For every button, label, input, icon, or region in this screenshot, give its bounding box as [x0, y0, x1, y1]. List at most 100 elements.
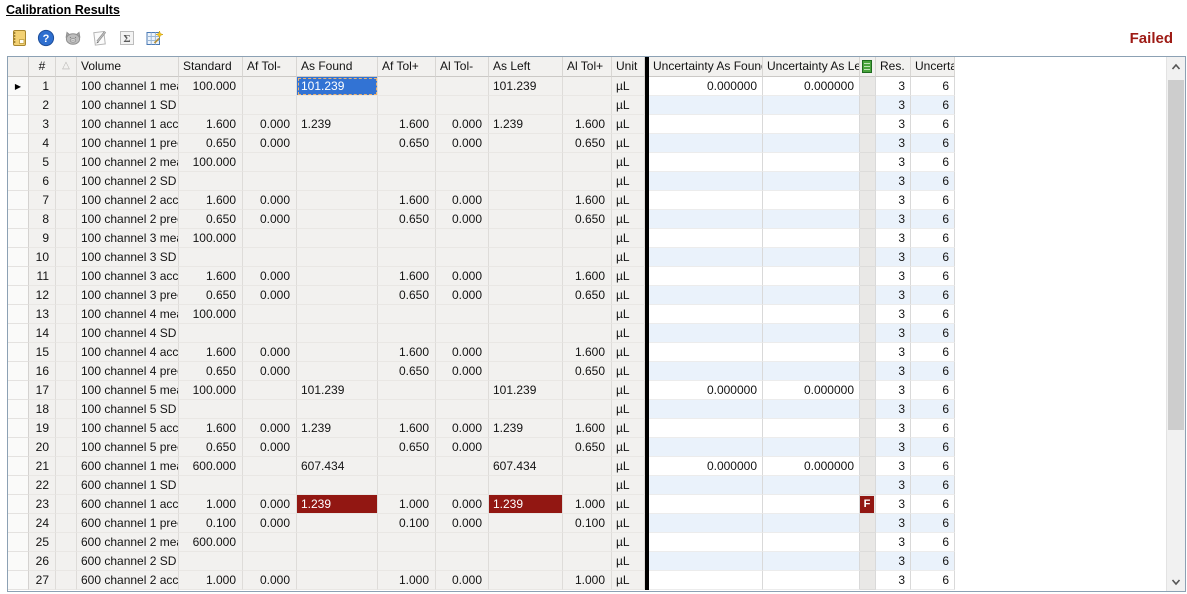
cell-volume[interactable]: 100 channel 2 SD [77, 172, 179, 191]
cell-unc-as-left[interactable] [763, 305, 860, 324]
cell-al-tol-plus[interactable] [563, 457, 612, 476]
cell-num[interactable]: 23 [29, 495, 56, 514]
cell-res[interactable]: 3 [876, 400, 911, 419]
cell-uncertai[interactable]: 6 [911, 533, 955, 552]
cell-as-found[interactable]: 1.239 [297, 115, 378, 134]
cell-volume[interactable]: 100 channel 4 acc [77, 343, 179, 362]
cell-as-left[interactable] [489, 248, 563, 267]
cell-volume[interactable]: 600 channel 2 mean [77, 533, 179, 552]
cell-as-left[interactable] [489, 343, 563, 362]
cell-af-tol-minus[interactable]: 0.000 [243, 210, 297, 229]
cell-standard[interactable]: 100.000 [179, 153, 243, 172]
cell-al-tol-minus[interactable] [436, 96, 489, 115]
cell-num[interactable]: 27 [29, 571, 56, 590]
cell-as-found[interactable] [297, 514, 378, 533]
cell-af-tol-minus[interactable] [243, 324, 297, 343]
cell-res[interactable]: 3 [876, 495, 911, 514]
cell-unit[interactable]: µL [612, 476, 645, 495]
cell-flag[interactable] [860, 552, 876, 571]
cell-af-tol-minus[interactable] [243, 248, 297, 267]
cell-unc-as-left[interactable] [763, 191, 860, 210]
cell-flag[interactable] [860, 571, 876, 590]
cell-sort[interactable] [56, 495, 77, 514]
cell-num[interactable]: 6 [29, 172, 56, 191]
cell-volume[interactable]: 100 channel 1 mean [77, 77, 179, 96]
cell-unit[interactable]: µL [612, 438, 645, 457]
cell-al-tol-plus[interactable] [563, 172, 612, 191]
cell-af-tol-plus[interactable] [378, 248, 436, 267]
cell-uncertai[interactable]: 6 [911, 286, 955, 305]
cell-af-tol-minus[interactable] [243, 96, 297, 115]
cell-uncertai[interactable]: 6 [911, 362, 955, 381]
cell-al-tol-minus[interactable] [436, 381, 489, 400]
cell-flag[interactable] [860, 400, 876, 419]
cell-af-tol-plus[interactable]: 1.600 [378, 191, 436, 210]
cell-flag[interactable] [860, 134, 876, 153]
header-al-tol-minus[interactable]: Al Tol- [436, 57, 489, 77]
cell-flag[interactable] [860, 305, 876, 324]
cell-unit[interactable]: µL [612, 191, 645, 210]
cell-al-tol-minus[interactable] [436, 324, 489, 343]
cell-af-tol-plus[interactable] [378, 229, 436, 248]
cell-af-tol-plus[interactable]: 1.000 [378, 495, 436, 514]
cell-unit[interactable]: µL [612, 552, 645, 571]
cell-flag[interactable] [860, 210, 876, 229]
cell-unit[interactable]: µL [612, 115, 645, 134]
cell-uncertai[interactable]: 6 [911, 495, 955, 514]
header-standard[interactable]: Standard [179, 57, 243, 77]
cell-unit[interactable]: µL [612, 324, 645, 343]
cell-as-left[interactable] [489, 134, 563, 153]
cell-unc-as-left[interactable] [763, 343, 860, 362]
cell-uncertai[interactable]: 6 [911, 324, 955, 343]
cell-unit[interactable]: µL [612, 286, 645, 305]
cell-unc-as-found[interactable] [649, 210, 763, 229]
cell-uncertai[interactable]: 6 [911, 457, 955, 476]
cell-flag[interactable] [860, 419, 876, 438]
cell-unc-as-found[interactable]: 0.000000 [649, 77, 763, 96]
cell-volume[interactable]: 100 channel 3 mean [77, 229, 179, 248]
cell-af-tol-plus[interactable]: 0.650 [378, 438, 436, 457]
cell-unit[interactable]: µL [612, 248, 645, 267]
cell-sort[interactable] [56, 172, 77, 191]
cell-volume[interactable]: 600 channel 1 SD [77, 476, 179, 495]
cell-standard[interactable]: 600.000 [179, 533, 243, 552]
cell-af-tol-minus[interactable] [243, 533, 297, 552]
cell-af-tol-plus[interactable]: 1.600 [378, 115, 436, 134]
cell-al-tol-plus[interactable]: 0.650 [563, 286, 612, 305]
cell-al-tol-minus[interactable]: 0.000 [436, 495, 489, 514]
cell-al-tol-plus[interactable]: 0.650 [563, 438, 612, 457]
cell-sort[interactable] [56, 191, 77, 210]
cell-sort[interactable] [56, 134, 77, 153]
cell-volume[interactable]: 100 channel 4 mean [77, 305, 179, 324]
scrollbar-thumb[interactable] [1168, 80, 1184, 430]
cell-uncertai[interactable]: 6 [911, 134, 955, 153]
cell-al-tol-plus[interactable]: 1.000 [563, 495, 612, 514]
cell-as-found[interactable] [297, 229, 378, 248]
cell-res[interactable]: 3 [876, 153, 911, 172]
cell-al-tol-plus[interactable]: 1.600 [563, 115, 612, 134]
cell-af-tol-minus[interactable]: 0.000 [243, 419, 297, 438]
cell-flag[interactable] [860, 153, 876, 172]
cell-num[interactable]: 10 [29, 248, 56, 267]
cell-unc-as-left[interactable] [763, 210, 860, 229]
row-selector[interactable] [8, 153, 29, 172]
cell-num[interactable]: 7 [29, 191, 56, 210]
cell-unc-as-found[interactable] [649, 514, 763, 533]
cell-sort[interactable] [56, 153, 77, 172]
cell-sort[interactable] [56, 381, 77, 400]
cell-unc-as-found[interactable] [649, 267, 763, 286]
cell-af-tol-plus[interactable] [378, 476, 436, 495]
cell-unc-as-left[interactable] [763, 400, 860, 419]
cell-sort[interactable] [56, 248, 77, 267]
cell-as-left[interactable]: 101.239 [489, 381, 563, 400]
cell-unit[interactable]: µL [612, 495, 645, 514]
cell-uncertai[interactable]: 6 [911, 381, 955, 400]
cell-unc-as-found[interactable] [649, 419, 763, 438]
cell-al-tol-minus[interactable]: 0.000 [436, 514, 489, 533]
cell-flag[interactable] [860, 229, 876, 248]
cell-unc-as-left[interactable] [763, 248, 860, 267]
cell-res[interactable]: 3 [876, 77, 911, 96]
cell-flag[interactable] [860, 248, 876, 267]
cell-unc-as-found[interactable] [649, 96, 763, 115]
cell-res[interactable]: 3 [876, 571, 911, 590]
